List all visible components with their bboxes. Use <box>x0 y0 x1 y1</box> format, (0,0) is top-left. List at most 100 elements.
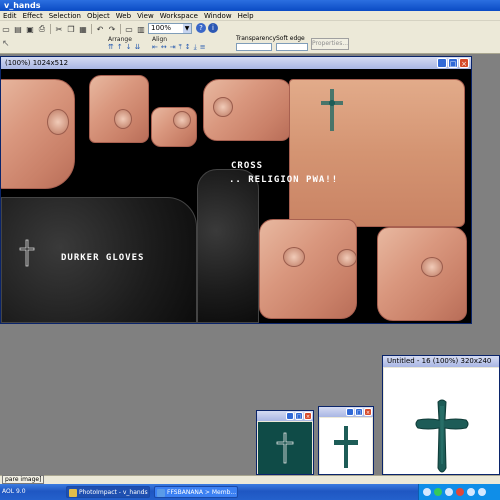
toolbar-separator <box>120 24 121 34</box>
menu-selection[interactable]: Selection <box>46 11 84 20</box>
info-icon[interactable]: i <box>208 23 218 33</box>
menu-edit[interactable]: Edit <box>0 11 20 20</box>
open-icon[interactable]: ▤ <box>13 24 23 34</box>
tray-icon[interactable] <box>456 488 464 496</box>
align-middle-icon[interactable]: ↕ <box>185 43 191 51</box>
thumbnail-titlebar[interactable]: _ □ × <box>319 407 373 417</box>
transparency-input[interactable] <box>236 43 272 51</box>
help-icons: ? i <box>196 23 218 33</box>
image-canvas[interactable]: CROSS .. RELIGION PWA!! DURKER GLOVES <box>1 69 471 323</box>
menu-object[interactable]: Object <box>84 11 113 20</box>
status-bar: pare image] <box>0 475 500 484</box>
bring-front-icon[interactable]: ⇈ <box>108 43 114 51</box>
maximize-icon[interactable]: □ <box>295 412 303 420</box>
display-icon[interactable]: ▭ <box>124 24 134 34</box>
minimize-icon[interactable]: _ <box>286 412 294 420</box>
new-icon[interactable]: ▭ <box>1 24 11 34</box>
minimize-icon[interactable]: _ <box>346 408 354 416</box>
menu-effect[interactable]: Effect <box>20 11 46 20</box>
align-center-icon[interactable]: ↔ <box>161 43 167 51</box>
properties-button[interactable]: Properties... <box>311 38 349 50</box>
tool-options-left: ↖ <box>0 36 100 52</box>
close-icon[interactable]: × <box>459 58 469 68</box>
distribute-icon[interactable]: ≡ <box>200 43 206 51</box>
taskbar-aol[interactable]: AOL 9.0 <box>2 486 26 498</box>
align-group: Align ⇤ ↔ ⇥ ⤒ ↕ ⤓ ≡ <box>152 36 206 52</box>
menu-web[interactable]: Web <box>113 11 134 20</box>
thumbnail-titlebar[interactable]: _ □ × <box>257 411 313 421</box>
app-title-bar: v_hands <box>0 0 500 11</box>
toolbar-separator <box>91 24 92 34</box>
help-icon[interactable]: ? <box>196 23 206 33</box>
tray-icon[interactable] <box>445 488 453 496</box>
untitled-16-titlebar[interactable]: Untitled - 16 (100%) 320x240 <box>383 356 499 367</box>
taskbar-item-photoimpact[interactable]: PhotoImpact - v_hands <box>66 486 150 498</box>
bring-forward-icon[interactable]: ↑ <box>117 43 123 51</box>
tray-icon[interactable] <box>478 488 486 496</box>
arrange-group: Arrange ⇈ ↑ ↓ ⇊ <box>108 36 141 52</box>
thumbnail-preview <box>320 418 372 474</box>
align-top-icon[interactable]: ⤒ <box>179 43 182 51</box>
canvas-text-cross: CROSS <box>231 161 264 171</box>
knuckle <box>173 111 191 129</box>
browser-icon <box>157 489 165 497</box>
send-back-icon[interactable]: ⇊ <box>135 43 141 51</box>
soft-edge-group: Soft edge <box>276 35 308 51</box>
menu-help[interactable]: Help <box>235 11 257 20</box>
minimize-icon[interactable]: _ <box>437 58 447 68</box>
photoimpact-icon <box>69 489 77 497</box>
image-window: (100%) 1024x512 _ □ × CROSS .. RELIGION … <box>0 56 472 324</box>
transparency-group: Transparency <box>236 35 276 51</box>
skin-patch-palm-1 <box>259 219 357 319</box>
send-backward-icon[interactable]: ↓ <box>126 43 132 51</box>
thumbnail-window-1[interactable]: _ □ × <box>256 410 314 475</box>
close-icon[interactable]: × <box>364 408 372 416</box>
tray-icon[interactable] <box>423 488 431 496</box>
print-icon[interactable]: ⎙ <box>37 24 47 34</box>
align-bottom-icon[interactable]: ⤓ <box>194 43 197 51</box>
knuckle <box>114 109 132 129</box>
cut-icon[interactable]: ✂ <box>54 24 64 34</box>
copy-icon[interactable]: ❐ <box>66 24 76 34</box>
chevron-down-icon[interactable]: ▼ <box>183 24 191 33</box>
align-left-icon[interactable]: ⇤ <box>152 43 158 51</box>
paste-icon[interactable]: ▦ <box>78 24 88 34</box>
window-controls: _ □ × <box>437 58 469 68</box>
knuckle <box>337 249 357 267</box>
menu-bar: Edit Effect Selection Object Web View Wo… <box>0 11 500 21</box>
menu-workspace[interactable]: Workspace <box>157 11 201 20</box>
taskbar: AOL 9.0 PhotoImpact - v_hands FFSBANANA … <box>0 484 500 500</box>
maximize-icon[interactable]: □ <box>355 408 363 416</box>
layout-icon[interactable]: ▥ <box>136 24 146 34</box>
redo-icon[interactable]: ↷ <box>107 24 117 34</box>
cross-outline-icon <box>276 432 294 464</box>
close-icon[interactable]: × <box>304 412 312 420</box>
maximize-icon[interactable]: □ <box>448 58 458 68</box>
pointer-tool-icon[interactable]: ↖ <box>2 39 10 49</box>
gothic-cross-icon <box>415 399 469 473</box>
taskbar-item-label: PhotoImpact - v_hands <box>79 489 148 496</box>
zoom-select[interactable]: 100% ▼ <box>148 23 192 34</box>
zoom-value: 100% <box>151 24 172 32</box>
cross-icon <box>334 426 358 468</box>
thumbnail-window-2[interactable]: _ □ × <box>318 406 374 475</box>
soft-edge-label: Soft edge <box>276 35 305 42</box>
taskbar-item-browser[interactable]: FFSBANANA > Memb... <box>154 486 238 498</box>
align-right-icon[interactable]: ⇥ <box>170 43 176 51</box>
menu-window[interactable]: Window <box>201 11 235 20</box>
untitled-16-canvas[interactable] <box>384 368 499 474</box>
knuckle <box>213 97 233 117</box>
save-icon[interactable]: ▣ <box>25 24 35 34</box>
soft-edge-input[interactable] <box>276 43 308 51</box>
thumbnail-preview <box>258 422 312 474</box>
standard-toolbar-row: ▭ ▤ ▣ ⎙ ✂ ❐ ▦ ↶ ↷ ▭ ▥ ▦ ⊕ <box>0 23 171 35</box>
image-window-title: (100%) 1024x512 <box>5 59 69 67</box>
tray-icon[interactable] <box>467 488 475 496</box>
app-title: v_hands <box>4 1 41 10</box>
menu-view[interactable]: View <box>134 11 157 20</box>
image-window-titlebar[interactable]: (100%) 1024x512 _ □ × <box>1 57 471 69</box>
tray-icon[interactable] <box>434 488 442 496</box>
untitled-16-title: Untitled - 16 (100%) 320x240 <box>387 357 492 365</box>
undo-icon[interactable]: ↶ <box>95 24 105 34</box>
toolbar-separator <box>50 24 51 34</box>
